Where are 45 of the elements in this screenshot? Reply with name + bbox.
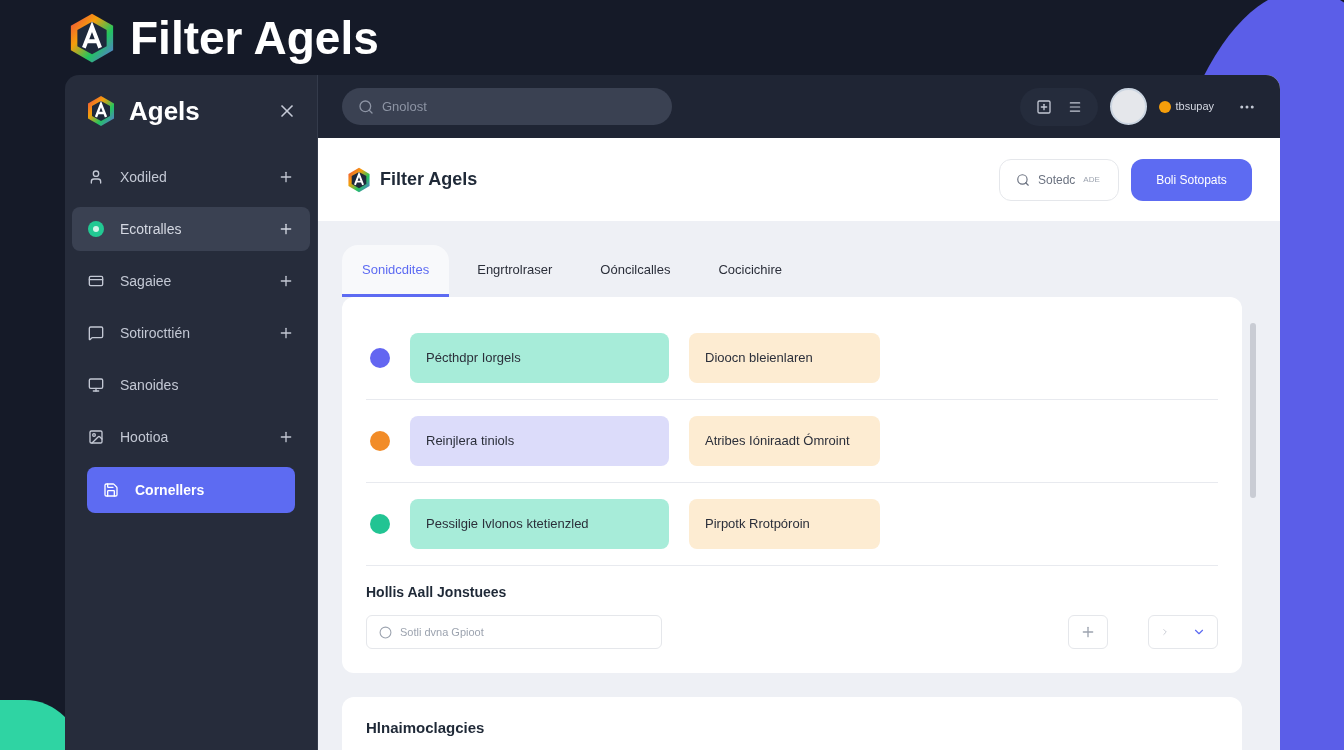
tag-chip[interactable]: Atribes Ióniraadt Ómroint — [689, 416, 880, 466]
tab[interactable]: Cocicichire — [698, 245, 803, 297]
plus-icon — [278, 273, 294, 289]
tab[interactable]: Oóncilcalles — [580, 245, 691, 297]
sidebar-item[interactable]: Xodiled — [72, 155, 310, 199]
user-icon — [88, 169, 104, 185]
hexagon-logo-icon — [346, 166, 372, 193]
chat-icon — [88, 325, 104, 341]
section-title: Hlnaimoclagcies — [366, 718, 486, 738]
plus-icon — [1080, 624, 1096, 640]
hexagon-logo-icon — [85, 95, 117, 127]
tag-chip[interactable]: Dioocn bleienlaren — [689, 333, 880, 383]
card-icon — [88, 273, 104, 289]
sidebar-item[interactable]: Ecotralles — [72, 207, 310, 251]
section-title: Hollis Aall Jonstuees — [366, 583, 508, 602]
plus-icon — [278, 325, 294, 341]
image-icon — [88, 429, 104, 445]
avatar[interactable] — [1110, 88, 1148, 125]
user-badge-icon — [1159, 100, 1172, 113]
sidebar-item[interactable]: Cornellers — [87, 467, 295, 513]
plus-icon — [278, 429, 294, 445]
sidebar-item[interactable]: Sanoides — [72, 363, 310, 407]
monitor-icon — [88, 377, 104, 393]
search-field[interactable]: Sotedc ADE — [999, 158, 1119, 201]
page-title: Filter Agels — [380, 168, 478, 191]
tag-chip[interactable]: Reinjlera tiniols — [410, 416, 669, 466]
plus-icon — [278, 221, 294, 237]
tag-chip[interactable]: Pécthdpr Iorgels — [410, 333, 669, 383]
add-square-icon[interactable] — [1036, 98, 1053, 115]
save-icon — [103, 482, 119, 498]
sidebar-item[interactable]: Sotirocttién — [72, 311, 310, 355]
sidebar-item[interactable]: Sagaiee — [72, 259, 310, 303]
radio-icon — [379, 625, 392, 639]
menu-icon[interactable] — [1068, 99, 1083, 114]
tab[interactable]: Sonidcdites — [342, 245, 450, 297]
sidebar-item[interactable]: Hootioa — [72, 415, 310, 459]
plus-icon — [278, 169, 294, 185]
brand-name: Agels — [129, 94, 200, 128]
search-icon — [358, 98, 374, 115]
search-icon — [1016, 172, 1030, 187]
tag-chip[interactable]: Pirpotk Rrotpóroin — [689, 499, 880, 549]
primary-button[interactable]: Boli Sotopats — [1131, 158, 1252, 201]
tab[interactable]: Engrtrolraser — [457, 245, 573, 297]
tag-chip[interactable]: Pessilgie Ivlonos ktetienzled — [410, 499, 669, 549]
user-name[interactable]: tbsupay — [1175, 98, 1214, 115]
